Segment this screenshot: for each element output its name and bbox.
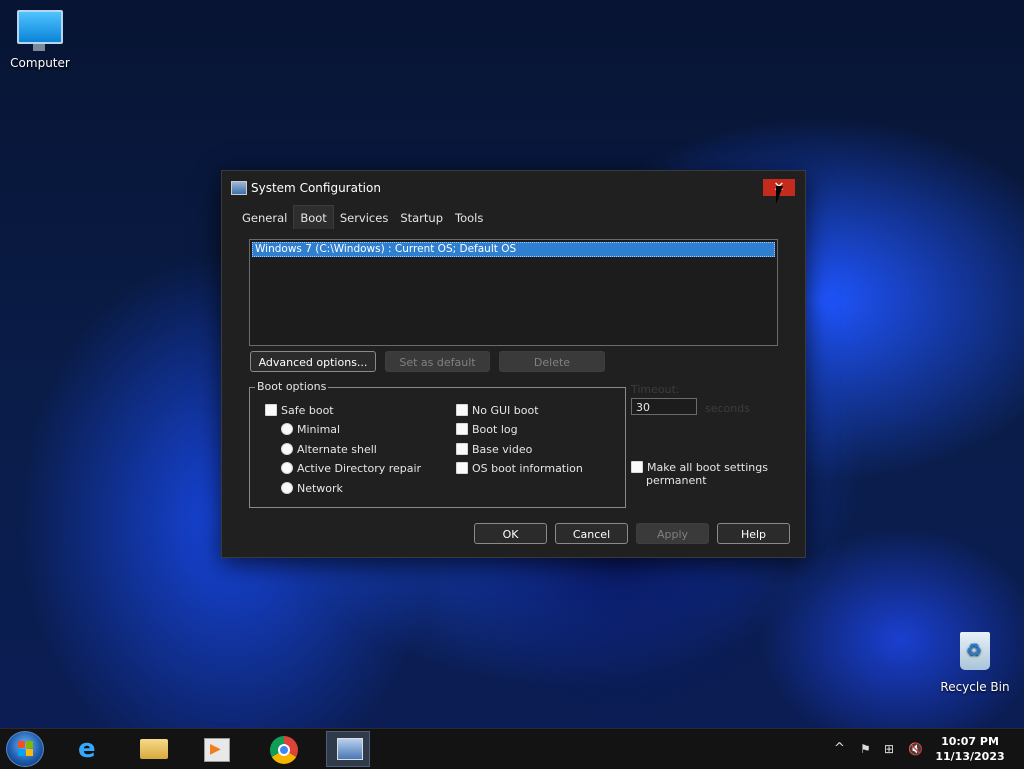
mouse-cursor — [776, 186, 783, 204]
checkbox-box[interactable] — [456, 462, 468, 474]
tab-general[interactable]: General — [236, 207, 293, 229]
boot-log-checkbox[interactable]: Boot log — [456, 423, 518, 436]
checkbox-box[interactable] — [265, 404, 277, 416]
no-gui-boot-label: No GUI boot — [472, 404, 539, 417]
taskbar-internet-explorer[interactable]: e — [68, 731, 112, 767]
checkbox-box[interactable] — [456, 443, 468, 455]
checkbox-box[interactable] — [631, 461, 643, 473]
boot-options-label: Boot options — [255, 380, 329, 393]
active-directory-repair-radio[interactable]: Active Directory repair — [281, 462, 421, 475]
show-hidden-icons-chevron[interactable]: ^ — [834, 729, 845, 769]
alternate-shell-label: Alternate shell — [297, 443, 377, 456]
os-list[interactable]: Windows 7 (C:\Windows) : Current OS; Def… — [249, 239, 778, 346]
cancel-button[interactable]: Cancel — [555, 523, 628, 544]
network-radio[interactable]: Network — [281, 482, 343, 495]
radio-circle[interactable] — [281, 462, 293, 474]
volume-muted-icon[interactable]: 🔇 — [908, 729, 923, 769]
media-player-icon — [204, 738, 230, 762]
taskbar-file-explorer[interactable] — [131, 731, 175, 767]
no-gui-boot-checkbox[interactable]: No GUI boot — [456, 404, 539, 417]
tab-boot[interactable]: Boot — [293, 205, 334, 229]
checkbox-box[interactable] — [456, 404, 468, 416]
clock-time: 10:07 PM — [941, 735, 999, 748]
msconfig-icon — [231, 181, 247, 195]
base-video-checkbox[interactable]: Base video — [456, 443, 532, 456]
advanced-options-button[interactable]: Advanced options... — [250, 351, 376, 372]
taskbar-system-configuration[interactable] — [326, 731, 370, 767]
computer-icon — [17, 10, 63, 51]
minimal-label: Minimal — [297, 423, 341, 436]
os-boot-information-label: OS boot information — [472, 462, 583, 475]
timeout-unit-label: seconds — [705, 402, 750, 415]
desktop-icon-computer[interactable]: Computer — [0, 10, 80, 70]
timeout-input[interactable]: 30 — [631, 398, 697, 415]
taskbar-chrome[interactable] — [261, 731, 305, 767]
tab-tools[interactable]: Tools — [449, 207, 489, 229]
clock-date: 11/13/2023 — [935, 750, 1005, 763]
radio-circle[interactable] — [281, 482, 293, 494]
tab-startup[interactable]: Startup — [394, 207, 449, 229]
os-boot-information-checkbox[interactable]: OS boot information — [456, 462, 583, 475]
file-explorer-icon — [140, 739, 168, 759]
radio-circle[interactable] — [281, 423, 293, 435]
make-permanent-label: Make all boot settings — [647, 461, 768, 474]
os-list-item[interactable]: Windows 7 (C:\Windows) : Current OS; Def… — [252, 242, 775, 257]
apply-button[interactable]: Apply — [636, 523, 709, 544]
safe-boot-checkbox[interactable]: Safe boot — [265, 404, 334, 417]
tab-services[interactable]: Services — [334, 207, 395, 229]
chrome-icon — [270, 736, 298, 764]
make-permanent-checkbox[interactable]: Make all boot settings permanent — [631, 461, 768, 487]
base-video-label: Base video — [472, 443, 533, 456]
minimal-radio[interactable]: Minimal — [281, 423, 340, 436]
boot-log-label: Boot log — [472, 423, 518, 436]
delete-button[interactable]: Delete — [499, 351, 605, 372]
system-configuration-icon — [337, 738, 363, 760]
desktop-icon-label: Recycle Bin — [940, 680, 1010, 694]
radio-circle[interactable] — [281, 443, 293, 455]
checkbox-box[interactable] — [456, 423, 468, 435]
taskbar-media-player[interactable] — [194, 731, 238, 767]
desktop-icon-label: Computer — [10, 56, 70, 70]
make-permanent-label-line2: permanent — [646, 474, 707, 487]
clock[interactable]: 10:07 PM 11/13/2023 — [932, 734, 1008, 764]
ok-button[interactable]: OK — [474, 523, 547, 544]
set-as-default-button[interactable]: Set as default — [385, 351, 490, 372]
network-icon[interactable]: ⊞ — [884, 729, 894, 769]
start-button[interactable] — [6, 731, 44, 767]
boot-options-group: Boot options Safe boot Minimal Alternate… — [249, 380, 626, 508]
taskbar: e ^ ⚑ ⊞ 🔇 10:07 PM 11/13/2023 — [0, 728, 1024, 769]
timeout-label: Timeout: — [631, 383, 680, 396]
tab-strip: General Boot Services Startup Tools — [236, 205, 489, 229]
help-button[interactable]: Help — [717, 523, 790, 544]
system-configuration-dialog: System Configuration ✕ General Boot Serv… — [221, 170, 806, 558]
active-directory-repair-label: Active Directory repair — [297, 462, 422, 475]
title-bar[interactable]: System Configuration ✕ — [222, 171, 805, 203]
recycle-bin-icon: ♻ — [960, 632, 990, 670]
alternate-shell-radio[interactable]: Alternate shell — [281, 443, 377, 456]
network-label: Network — [297, 482, 343, 495]
desktop-icon-recycle-bin[interactable]: ♻ Recycle Bin — [935, 632, 1015, 694]
action-center-flag-icon[interactable]: ⚑ — [860, 729, 871, 769]
safe-boot-label: Safe boot — [281, 404, 334, 417]
window-title: System Configuration — [251, 181, 381, 195]
internet-explorer-icon: e — [78, 734, 96, 764]
